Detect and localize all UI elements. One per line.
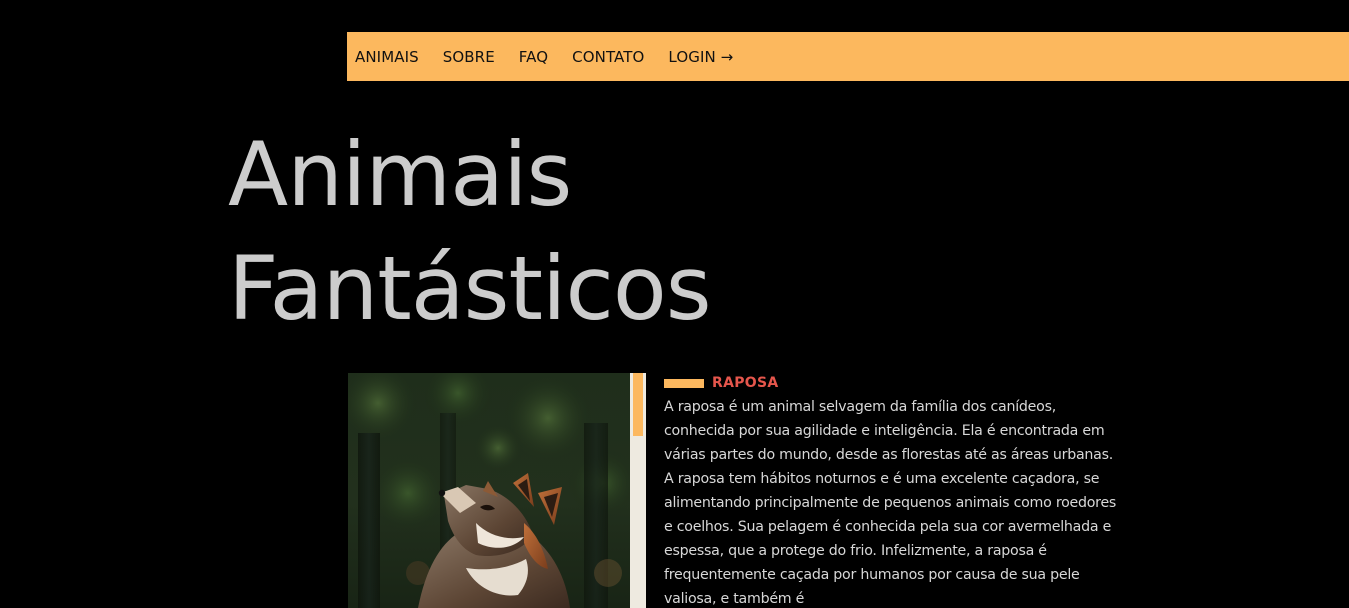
animal-gallery xyxy=(348,373,646,608)
nav-link-contato[interactable]: CONTATO xyxy=(572,48,644,66)
animal-description: RAPOSA A raposa é um animal selvagem da … xyxy=(664,373,1124,608)
gallery-scrollbar-thumb[interactable] xyxy=(633,373,643,436)
fox-photo[interactable] xyxy=(348,373,630,608)
heading-accent-bar xyxy=(664,378,704,388)
animal-name: RAPOSA xyxy=(712,375,779,391)
animal-heading: RAPOSA xyxy=(664,373,1124,393)
page-title-line-2: Fantásticos xyxy=(228,237,712,340)
nav-link-sobre[interactable]: SOBRE xyxy=(443,48,495,66)
nav-link-faq[interactable]: FAQ xyxy=(519,48,548,66)
main-nav: ANIMAIS SOBRE FAQ CONTATO LOGIN → xyxy=(347,32,1349,81)
fox-photo-image xyxy=(348,373,630,608)
page-title: Animais Fantásticos xyxy=(228,118,712,346)
page-title-line-1: Animais xyxy=(228,123,572,226)
nav-link-animais[interactable]: ANIMAIS xyxy=(355,48,419,66)
nav-link-login[interactable]: LOGIN → xyxy=(668,48,733,66)
animal-description-text: A raposa é um animal selvagem da família… xyxy=(664,399,1117,607)
gallery-scrollbar[interactable] xyxy=(630,373,646,608)
